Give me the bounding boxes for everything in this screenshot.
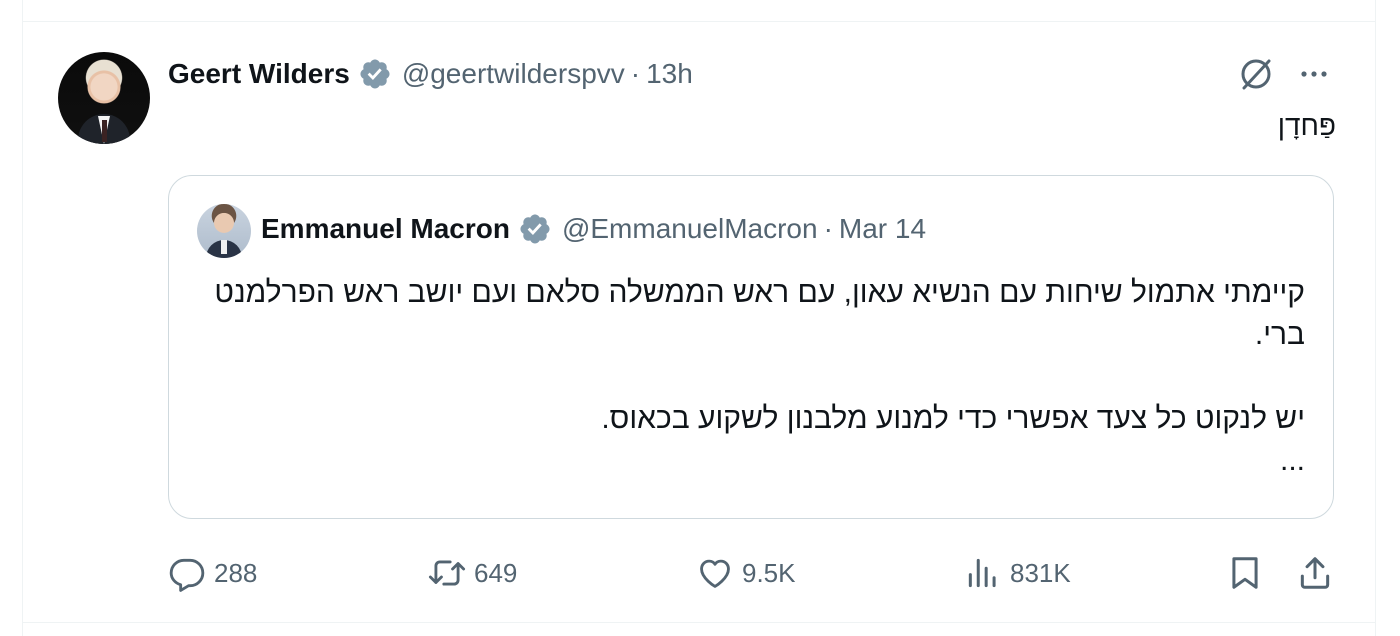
quoted-tweet-body: קיימתי אתמול שיחות עם הנשיא עאון, עם ראש… <box>205 272 1305 482</box>
views-count: 831K <box>1010 557 1071 588</box>
reply-count: 288 <box>214 557 258 588</box>
left-border <box>22 0 23 636</box>
quoted-tweet-timestamp[interactable]: Mar 14 <box>839 213 926 245</box>
bookmark-button[interactable] <box>1226 546 1264 600</box>
quoted-author-handle[interactable]: @EmmanuelMacron <box>562 213 818 245</box>
author-avatar[interactable] <box>58 52 150 144</box>
views-icon <box>968 558 996 588</box>
retweet-icon <box>428 560 466 586</box>
share-icon <box>1300 557 1330 589</box>
quoted-paragraph-2: יש לנקוט כל צעד אפשרי כדי למנוע מלבנון ל… <box>601 402 1305 435</box>
quoted-header-separator: · <box>823 213 833 244</box>
retweet-button[interactable]: 649 <box>428 546 517 600</box>
author-handle[interactable]: @geertwilderspvv <box>402 58 625 90</box>
reply-button[interactable]: 288 <box>168 546 257 600</box>
quoted-author-display-name[interactable]: Emmanuel Macron <box>261 213 510 245</box>
top-divider <box>22 21 1376 22</box>
quoted-avatar-shirt <box>221 240 227 254</box>
more-icon[interactable] <box>1296 58 1332 90</box>
tweet-header: Geert Wilders @geertwilderspvv · 13h <box>168 56 693 92</box>
quoted-author-avatar[interactable] <box>197 204 251 258</box>
bookmark-icon <box>1232 557 1258 589</box>
tweet-page: Geert Wilders @geertwilderspvv · 13h פַּ… <box>0 0 1400 636</box>
share-button[interactable] <box>1296 546 1334 600</box>
reply-icon <box>169 558 205 592</box>
like-icon <box>700 559 730 588</box>
like-button[interactable]: 9.5K <box>696 546 796 600</box>
quoted-ellipsis: ... <box>1279 444 1305 477</box>
retweet-count: 649 <box>474 557 518 588</box>
header-separator: · <box>630 58 641 89</box>
quoted-tweet[interactable]: Emmanuel Macron @EmmanuelMacron · Mar 14… <box>168 175 1334 519</box>
avatar-tie <box>102 120 107 142</box>
bottom-divider <box>22 622 1376 623</box>
author-display-name[interactable]: Geert Wilders <box>168 58 350 90</box>
right-border <box>1375 0 1376 636</box>
tweet-timestamp[interactable]: 13h <box>646 58 693 90</box>
quoted-tweet-header: Emmanuel Macron @EmmanuelMacron · Mar 14 <box>261 212 926 246</box>
views-button[interactable]: 831K <box>964 546 1071 600</box>
tweet-text: פַּחדָן <box>1277 110 1336 141</box>
tweet-actions: 288 649 9.5K 831K <box>168 546 1334 600</box>
quoted-paragraph-1: קיימתי אתמול שיחות עם הנשיא עאון, עם ראש… <box>214 276 1305 351</box>
like-count: 9.5K <box>742 557 796 588</box>
grok-icon[interactable] <box>1236 54 1276 94</box>
verified-badge-icon[interactable] <box>518 212 552 246</box>
verified-badge-icon[interactable] <box>358 57 392 91</box>
